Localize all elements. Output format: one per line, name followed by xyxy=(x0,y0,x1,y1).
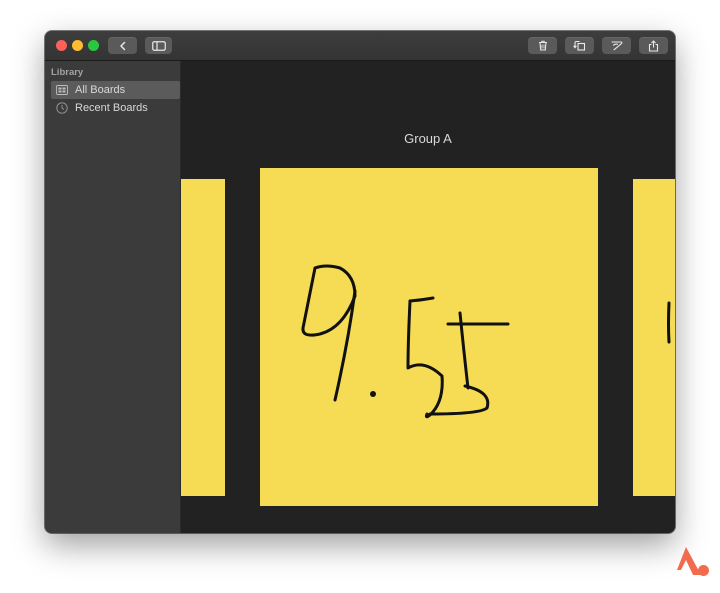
sidebar-item-label: Recent Boards xyxy=(75,102,148,114)
share-icon xyxy=(648,39,659,52)
sidebar-header: Library xyxy=(51,67,84,78)
sidebar-toggle-button[interactable] xyxy=(145,37,172,54)
back-icon xyxy=(119,41,125,50)
title-bar xyxy=(45,31,675,61)
brand-logo-icon xyxy=(677,547,709,576)
delete-button[interactable] xyxy=(528,37,557,54)
sidebar-item-recent-boards[interactable]: Recent Boards xyxy=(51,99,180,117)
draw-button[interactable] xyxy=(602,37,631,54)
pen-icon xyxy=(610,41,622,51)
clock-icon xyxy=(56,102,68,114)
sidebar: Library All Boards Recent Boards xyxy=(45,61,181,533)
handwriting-fragment xyxy=(667,301,671,344)
handwriting-sketch xyxy=(301,264,510,419)
minimize-window-button[interactable] xyxy=(72,40,83,51)
sidebar-item-label: All Boards xyxy=(75,84,126,96)
sticky-note-previous[interactable] xyxy=(181,179,225,496)
rotate-button[interactable] xyxy=(565,37,594,54)
sidebar-toggle-icon xyxy=(151,40,166,51)
sticky-note-next[interactable] xyxy=(633,179,675,496)
share-button[interactable] xyxy=(639,37,668,54)
app-window: Library All Boards Recent Boards Group A xyxy=(45,31,675,533)
group-title: Group A xyxy=(404,131,452,146)
close-window-button[interactable] xyxy=(56,40,67,51)
grid-icon xyxy=(56,84,68,96)
trash-icon xyxy=(538,40,547,51)
board-canvas: Group A xyxy=(181,61,675,533)
maximize-window-button[interactable] xyxy=(88,40,99,51)
back-button[interactable] xyxy=(108,37,137,54)
sidebar-item-all-boards[interactable]: All Boards xyxy=(51,81,180,99)
sticky-note-current[interactable] xyxy=(260,168,598,506)
rotate-icon xyxy=(573,40,586,51)
